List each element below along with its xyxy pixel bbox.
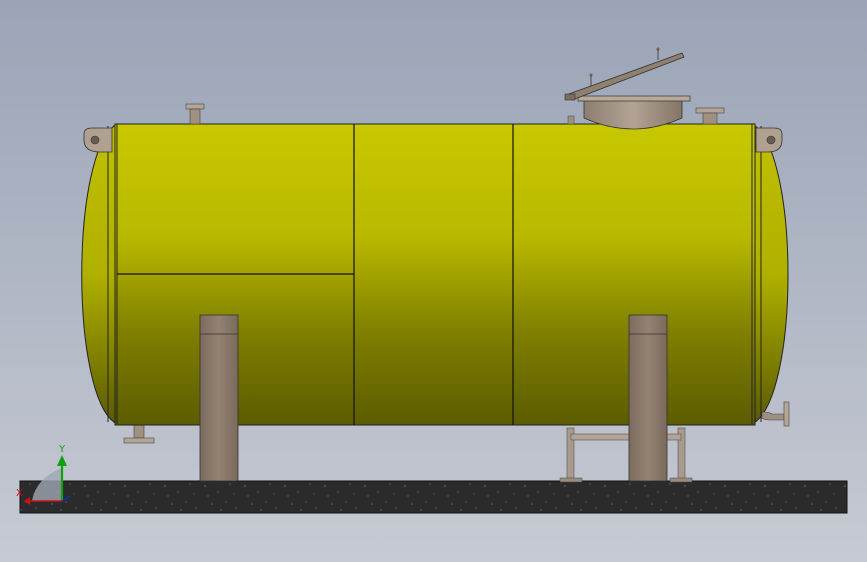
saddle-support-left[interactable] <box>199 314 239 482</box>
concrete-base[interactable] <box>19 480 848 514</box>
saddle-support-right[interactable] <box>628 314 668 482</box>
lifting-lug-left[interactable] <box>83 127 113 153</box>
triad-x-label: X <box>16 488 23 499</box>
vent-stub[interactable] <box>567 115 575 125</box>
tank-vessel[interactable] <box>81 123 789 426</box>
manhole-flange <box>577 95 691 102</box>
triad-y-label: Y <box>58 444 66 455</box>
cad-drawing: Y X <box>0 0 867 562</box>
cad-viewport[interactable]: Y X <box>0 0 867 562</box>
lifting-lug-right[interactable] <box>755 127 783 153</box>
